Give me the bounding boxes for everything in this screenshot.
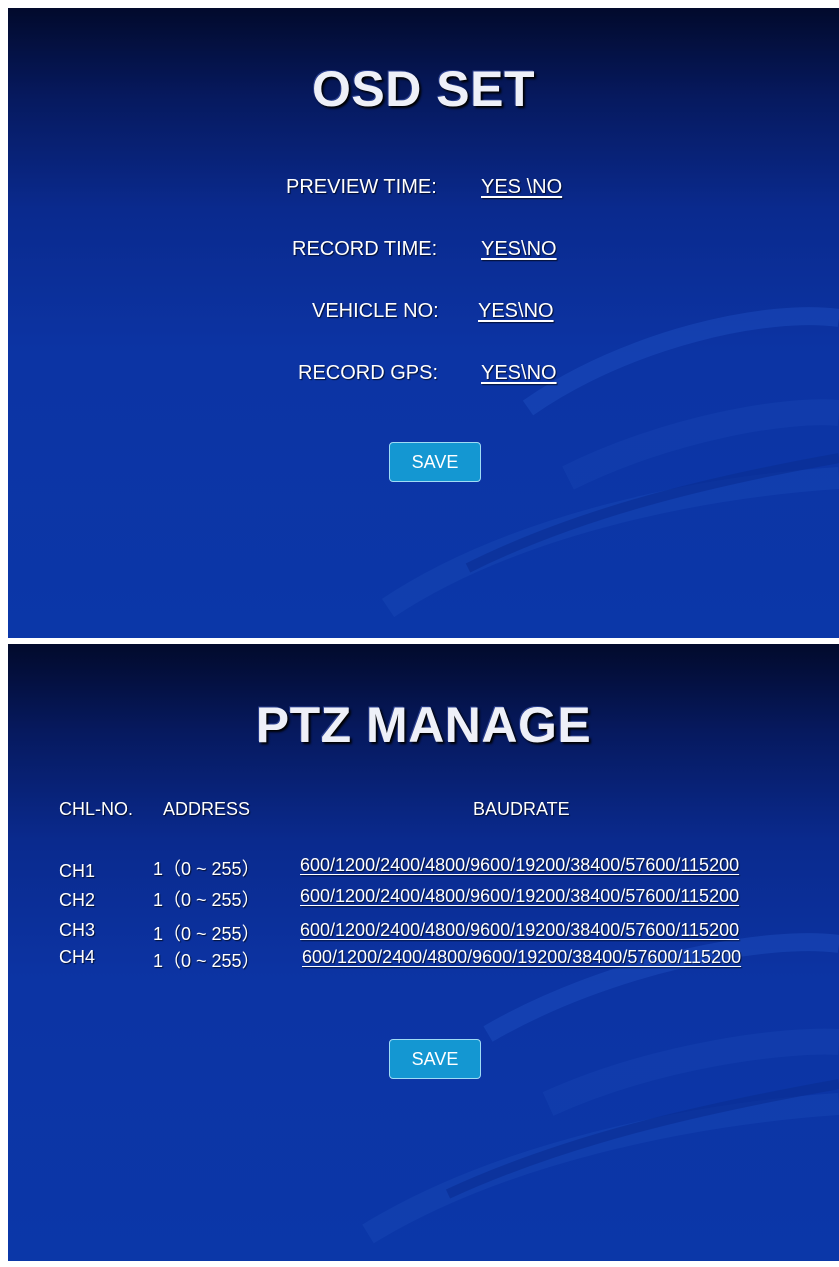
- channel-label: CH2: [59, 890, 96, 910]
- address-field[interactable]: 1（0 ~ 255）: [153, 947, 260, 973]
- record-time-label: RECORD TIME:: [292, 238, 438, 260]
- vehicle-no-toggle[interactable]: YES\NO: [478, 300, 554, 323]
- address-header: ADDRESS: [163, 799, 251, 819]
- address-field[interactable]: 1（0 ~ 255）: [153, 855, 260, 881]
- record-gps-toggle[interactable]: YES\NO: [481, 362, 557, 385]
- page-title: OSD SET: [312, 61, 535, 117]
- record-time-toggle[interactable]: YES\NO: [481, 238, 557, 261]
- baudrate-options[interactable]: 600/1200/2400/4800/9600/19200/38400/5760…: [300, 855, 739, 876]
- channel-label: CH4: [59, 947, 96, 967]
- osd-save-button[interactable]: SAVE: [389, 442, 481, 482]
- ptz-manage-panel: PTZ MANAGE CHL-NO. ADDRESS BAUDRATE CH1 …: [8, 644, 839, 1261]
- osd-set-panel: OSD SET PREVIEW TIME: YES \NO RECORD TIM…: [8, 8, 839, 638]
- baudrate-options[interactable]: 600/1200/2400/4800/9600/19200/38400/5760…: [302, 947, 741, 968]
- baudrate-options[interactable]: 600/1200/2400/4800/9600/19200/38400/5760…: [300, 920, 739, 941]
- channel-label: CH3: [59, 920, 96, 940]
- preview-time-toggle[interactable]: YES \NO: [481, 176, 562, 199]
- chl-no-header: CHL-NO.: [59, 799, 134, 819]
- preview-time-label: PREVIEW TIME:: [286, 176, 437, 198]
- channel-label: CH1: [59, 861, 96, 881]
- baudrate-options[interactable]: 600/1200/2400/4800/9600/19200/38400/5760…: [300, 886, 739, 907]
- address-field[interactable]: 1（0 ~ 255）: [153, 886, 260, 912]
- baudrate-header: BAUDRATE: [473, 799, 570, 819]
- page-title: PTZ MANAGE: [255, 697, 592, 753]
- ptz-save-button[interactable]: SAVE: [389, 1039, 481, 1079]
- vehicle-no-label: VEHICLE NO:: [312, 300, 439, 322]
- record-gps-label: RECORD GPS:: [298, 362, 439, 384]
- address-field[interactable]: 1（0 ~ 255）: [153, 920, 260, 946]
